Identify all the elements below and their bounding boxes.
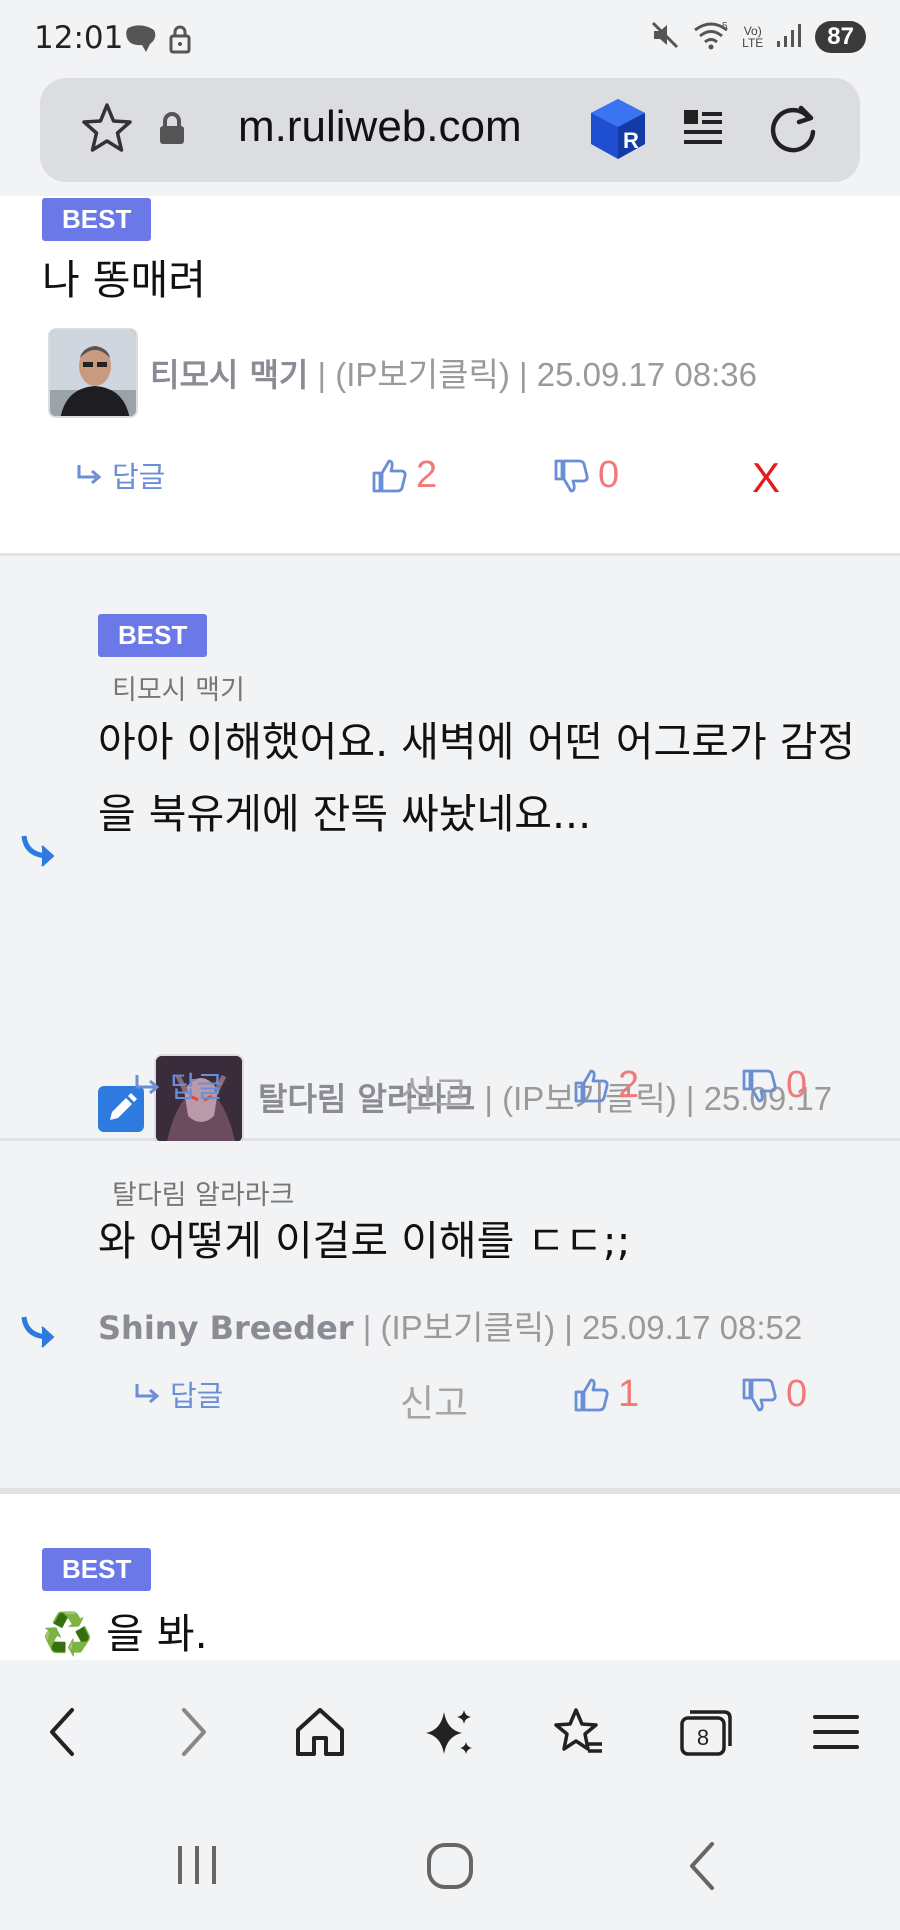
ip-link[interactable]: | (IP보기클릭) |	[363, 1309, 573, 1346]
status-time: 12:01	[34, 20, 124, 56]
wifi-icon: 5	[692, 20, 730, 54]
comment-text: 아아 이해했어요. 새벽에 어떤 어그로가 감정 을 북유게에 잔뜩 싸놨네요.…	[98, 718, 856, 838]
ip-link[interactable]: | (IP보기클릭) |	[318, 356, 528, 393]
back-nav-button[interactable]	[682, 1840, 722, 1896]
dislike-button[interactable]: 0	[740, 1064, 807, 1107]
bookmarks-star-icon	[554, 1708, 602, 1753]
dislike-button[interactable]: 0	[552, 454, 619, 497]
like-button[interactable]: 2	[370, 454, 437, 497]
ai-assist-button[interactable]	[418, 1700, 482, 1764]
reply-label: 답글	[112, 460, 166, 494]
like-count: 2	[618, 1064, 640, 1106]
signal-icon	[775, 21, 803, 53]
comment-item: BEST 나 똥매려 티모시 맥기 | (IP보기클릭) | 25.09.17 …	[0, 196, 900, 556]
thumbs-up-icon	[574, 1069, 609, 1102]
delete-button[interactable]: X	[752, 454, 780, 502]
reply-indent-arrow-icon	[20, 1311, 60, 1355]
tabs-button[interactable]: 8	[674, 1700, 738, 1764]
comment-item: BEST ♻️ 을 봐.	[0, 1491, 900, 1660]
reply-button[interactable]: 답글	[134, 1064, 223, 1106]
comment-list: BEST 나 똥매려 티모시 맥기 | (IP보기클릭) | 25.09.17 …	[0, 196, 900, 1660]
back-arrow-icon	[50, 1708, 74, 1756]
recent-apps-button[interactable]	[172, 1840, 222, 1894]
bookmark-star-icon[interactable]	[78, 100, 136, 162]
comment-date: 25.09.17 08:36	[536, 356, 757, 393]
avatar[interactable]	[48, 328, 138, 418]
home-circle-icon	[427, 1843, 473, 1889]
reply-label: 답글	[170, 1379, 224, 1413]
comment-item: BEST 티모시 맥기 아아 이해했어요. 새벽에 어떤 어그로가 감정 을 북…	[0, 556, 900, 1203]
svg-text:5: 5	[722, 21, 728, 32]
dislike-count: 0	[598, 454, 620, 496]
home-icon	[296, 1708, 344, 1756]
reply-arrow-icon	[77, 465, 102, 485]
nickname[interactable]: Shiny Breeder	[98, 1309, 354, 1347]
like-button[interactable]: 2	[572, 1064, 639, 1107]
system-nav-bar	[0, 1800, 900, 1930]
like-count: 2	[416, 454, 438, 496]
thumbs-up-icon	[574, 1378, 609, 1411]
report-button[interactable]: 신고	[400, 1064, 468, 1118]
dislike-button[interactable]: 0	[740, 1373, 807, 1416]
status-bar: 12:01 5 Vo) LTE 87	[0, 0, 900, 76]
parent-nickname: 티모시 맥기	[112, 675, 245, 706]
reply-button[interactable]: 답글	[134, 1373, 223, 1415]
home-nav-button[interactable]	[424, 1840, 476, 1896]
recycle-emoji: ♻️	[42, 1610, 94, 1658]
forward-arrow-icon	[182, 1708, 206, 1756]
reply-label: 답글	[170, 1070, 224, 1104]
reply-indent-arrow-icon	[20, 830, 60, 874]
thumbs-down-icon	[554, 459, 589, 492]
back-button[interactable]	[30, 1700, 94, 1764]
menu-button[interactable]	[804, 1700, 868, 1764]
comment-text: ♻️ 을 봐.	[42, 1610, 208, 1658]
thumbs-down-icon	[742, 1069, 777, 1102]
best-badge: BEST	[42, 1548, 152, 1591]
thumbs-up-icon	[372, 459, 407, 492]
reader-mode-icon[interactable]	[680, 106, 726, 156]
reply-arrow-icon	[135, 1384, 160, 1404]
like-count: 1	[618, 1373, 640, 1415]
url-bar[interactable]: m.ruliweb.com R	[40, 78, 860, 182]
forward-button[interactable]	[162, 1700, 226, 1764]
volte-indicator: Vo) LTE	[742, 24, 764, 50]
back-nav-icon	[690, 1842, 714, 1890]
reply-button[interactable]: 답글	[76, 454, 165, 496]
nickname[interactable]: 티모시 맥기	[150, 356, 308, 394]
bookmarks-button[interactable]	[546, 1700, 610, 1764]
battery-indicator: 87	[815, 21, 866, 53]
comment-meta: 티모시 맥기 | (IP보기클릭) | 25.09.17 08:36	[150, 348, 757, 396]
best-badge: BEST	[42, 198, 152, 241]
dislike-count: 0	[786, 1064, 808, 1106]
reply-arrow-icon	[135, 1075, 160, 1095]
svg-text:8: 8	[697, 1725, 709, 1750]
reload-icon[interactable]	[765, 102, 821, 162]
like-button[interactable]: 1	[572, 1373, 639, 1416]
browser-toolbar: 8	[0, 1660, 900, 1800]
comment-text: 와 어떻게 이걸로 이해를 ㄷㄷ;;	[98, 1217, 631, 1265]
comment-item: 탈다림 알라라크 와 어떻게 이걸로 이해를 ㄷㄷ;; Shiny Breede…	[0, 1141, 900, 1491]
svg-text:R: R	[623, 128, 639, 153]
comment-text: 나 똥매려	[42, 256, 206, 304]
comment-meta: Shiny Breeder | (IP보기클릭) | 25.09.17 08:5…	[98, 1301, 802, 1349]
url-text[interactable]: m.ruliweb.com	[238, 102, 522, 152]
thumbs-down-icon	[742, 1378, 777, 1411]
lock-notification-icon	[168, 24, 192, 58]
comment-actions: 답글 2 0 X	[0, 454, 900, 514]
home-button[interactable]	[288, 1700, 352, 1764]
best-badge: BEST	[98, 614, 208, 657]
ruliweb-extension-icon[interactable]: R	[585, 96, 651, 166]
dislike-count: 0	[786, 1373, 808, 1415]
comment-actions: 답글 신고 1 0	[0, 1373, 900, 1433]
comment-actions: 답글 신고 2 0	[0, 1064, 900, 1124]
sparkle-icon	[426, 1710, 472, 1754]
mute-icon	[650, 20, 680, 54]
report-button[interactable]: 신고	[400, 1373, 468, 1427]
hamburger-menu-icon	[813, 1715, 859, 1749]
comment-date: 25.09.17 08:52	[581, 1309, 803, 1346]
recent-apps-icon	[178, 1846, 216, 1884]
tabs-icon: 8	[680, 1710, 732, 1756]
secure-lock-icon[interactable]	[158, 112, 186, 150]
chat-notification-icon	[124, 24, 158, 58]
